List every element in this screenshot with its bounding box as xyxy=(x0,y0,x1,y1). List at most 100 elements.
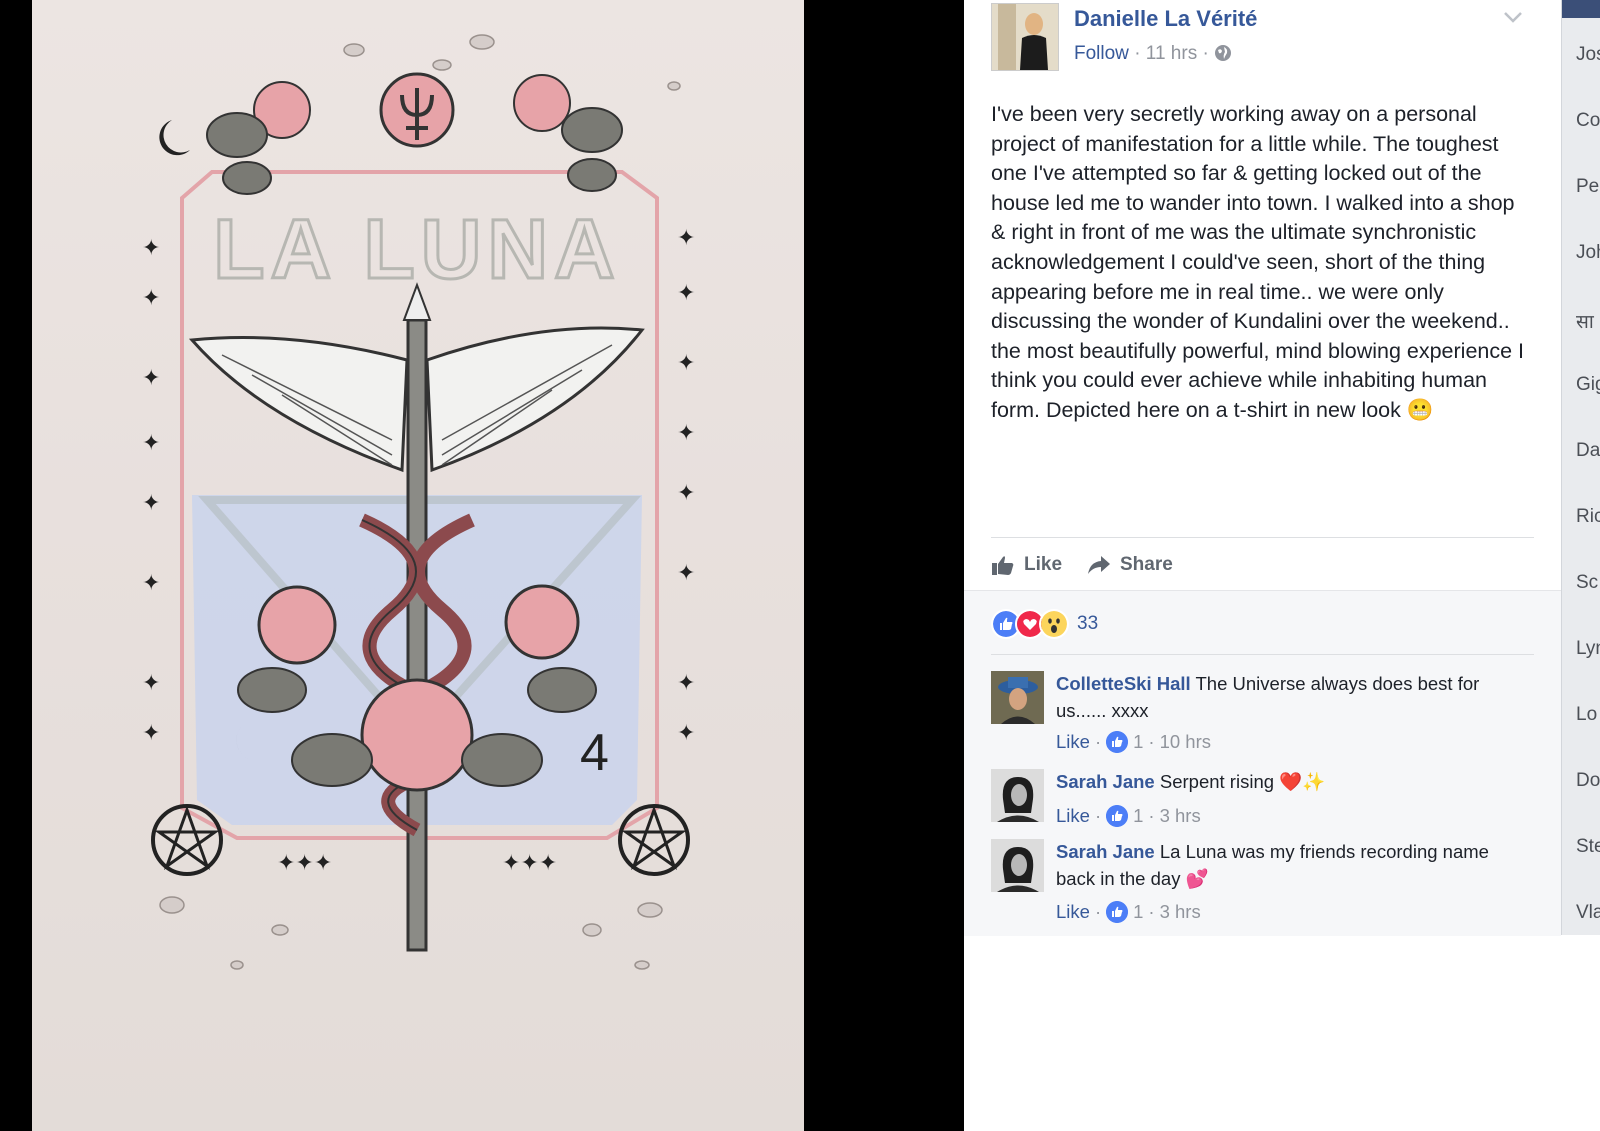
meta-separator: · xyxy=(1134,43,1146,64)
svg-text:4: 4 xyxy=(580,724,609,782)
like-count-badge-icon xyxy=(1106,731,1129,753)
svg-text:✦: ✦ xyxy=(677,281,695,306)
sidebar-contact[interactable]: Gig xyxy=(1576,374,1600,396)
follow-link[interactable]: Follow xyxy=(1074,43,1129,64)
comment-text: Serpent rising xyxy=(1159,771,1275,792)
reactions-summary[interactable]: 33 xyxy=(991,609,1098,639)
grimace-emoji: 😬 xyxy=(1406,397,1434,422)
like-label: Like xyxy=(1024,554,1063,575)
tshirt-photo: LA LUNA 4 ✦ ✦ ✦ ✦ ✦ ✦ ✦ ✦ ✦ ✦ ✦ ✦ ✦ ✦ ✦ … xyxy=(32,0,804,1131)
sidebar-contact[interactable]: Vla xyxy=(1576,902,1600,924)
meta-separator: · xyxy=(1148,731,1155,752)
like-button[interactable]: Like xyxy=(991,550,1062,580)
comment-like-count[interactable]: 1 xyxy=(1133,901,1143,923)
svg-text:✦: ✦ xyxy=(142,431,160,456)
heart-sparkles-emoji: ❤️✨ xyxy=(1279,771,1326,792)
like-count-badge-icon xyxy=(1106,901,1129,923)
comment-meta: Like · 1 · 3 hrs xyxy=(1056,805,1201,827)
svg-text:✦: ✦ xyxy=(677,421,695,446)
comment-like-link[interactable]: Like xyxy=(1056,731,1090,753)
comment-body: Sarah Jane La Luna was my friends record… xyxy=(1056,839,1526,892)
globe-icon xyxy=(1215,45,1232,61)
sidebar-contact[interactable]: Co xyxy=(1576,110,1600,132)
sidebar-contact[interactable]: Da xyxy=(1576,440,1600,462)
commenter-avatar-image xyxy=(991,671,1044,724)
commenter-avatar[interactable] xyxy=(991,671,1044,724)
post-timestamp[interactable]: 11 hrs xyxy=(1146,43,1197,64)
sidebar-contact[interactable]: Ste xyxy=(1576,836,1600,858)
divider xyxy=(991,654,1534,655)
sidebar-contact[interactable]: Jos xyxy=(1576,44,1600,66)
two-hearts-emoji: 💕 xyxy=(1185,867,1209,889)
svg-text:✦: ✦ xyxy=(677,481,695,506)
sidebar-contact[interactable]: Joh xyxy=(1576,242,1600,264)
meta-separator: · xyxy=(1202,43,1215,64)
svg-text:✦: ✦ xyxy=(677,561,695,586)
comment-meta: Like · 1 · 10 hrs xyxy=(1056,731,1211,753)
svg-text:✦: ✦ xyxy=(142,491,160,516)
wow-reaction-icon xyxy=(1039,609,1069,639)
page-background xyxy=(1561,935,1600,1131)
meta-separator: · xyxy=(1094,901,1102,922)
chat-sidebar: Jos Co Pe Joh सा Gig Da Ric Sc Lyn Lo Do… xyxy=(1561,0,1600,935)
comment-like-link[interactable]: Like xyxy=(1056,901,1090,923)
shirt-print-text: LA LUNA xyxy=(213,202,621,296)
svg-text:✦: ✦ xyxy=(142,236,160,261)
reaction-count[interactable]: 33 xyxy=(1077,613,1098,635)
comment-meta: Like · 1 · 3 hrs xyxy=(1056,901,1201,923)
svg-text:✦: ✦ xyxy=(142,721,160,746)
meta-separator: · xyxy=(1148,901,1155,922)
commenter-name[interactable]: ColletteSki Hall xyxy=(1056,673,1191,694)
svg-text:✦: ✦ xyxy=(142,571,160,596)
commenter-avatar[interactable] xyxy=(991,769,1044,822)
svg-text:✦: ✦ xyxy=(677,351,695,376)
author-avatar-image xyxy=(992,4,1058,70)
like-count-badge-icon xyxy=(1106,805,1129,827)
comment-time[interactable]: 3 hrs xyxy=(1160,901,1201,923)
comment-like-count[interactable]: 1 xyxy=(1133,731,1143,753)
commenter-avatar-image xyxy=(991,839,1044,892)
sidebar-contact[interactable]: Ric xyxy=(1576,506,1600,528)
meta-separator: · xyxy=(1094,731,1102,752)
photo-viewer: LA LUNA 4 ✦ ✦ ✦ ✦ ✦ ✦ ✦ ✦ ✦ ✦ ✦ ✦ ✦ ✦ ✦ … xyxy=(0,0,964,1131)
thumbs-up-icon xyxy=(992,556,1014,575)
sidebar-contact[interactable]: Pe xyxy=(1576,176,1599,198)
meta-separator: · xyxy=(1148,805,1155,826)
svg-text:✦✦✦: ✦✦✦ xyxy=(502,851,557,876)
svg-text:✦: ✦ xyxy=(677,671,695,696)
svg-text:✦: ✦ xyxy=(142,366,160,391)
post-body: Danielle La Vérité Follow · 11 hrs · I'v… xyxy=(964,0,1561,590)
share-arrow-icon xyxy=(1088,556,1110,574)
svg-text:✦: ✦ xyxy=(677,226,695,251)
sidebar-contact[interactable]: सा xyxy=(1576,308,1594,334)
comment-like-count[interactable]: 1 xyxy=(1133,805,1143,827)
post-text: I've been very secretly working away on … xyxy=(991,100,1531,426)
svg-text:✦: ✦ xyxy=(142,286,160,311)
share-button[interactable]: Share xyxy=(1087,550,1173,580)
commenter-name[interactable]: Sarah Jane xyxy=(1056,841,1155,862)
comment-body: Sarah Jane Serpent rising ❤️✨ xyxy=(1056,769,1526,796)
sidebar-header-bar xyxy=(1562,0,1600,18)
sidebar-contact[interactable]: Sc xyxy=(1576,572,1598,594)
chevron-down-icon[interactable] xyxy=(1503,10,1523,24)
author-avatar[interactable] xyxy=(991,3,1059,71)
comments-section: 33 ColletteSki Hall The Universe always … xyxy=(964,590,1561,936)
svg-text:✦: ✦ xyxy=(142,671,160,696)
sidebar-contact[interactable]: Lyn xyxy=(1576,638,1600,660)
commenter-avatar[interactable] xyxy=(991,839,1044,892)
comment-like-link[interactable]: Like xyxy=(1056,805,1090,827)
tshirt-illustration: LA LUNA 4 ✦✦✦ ✦✦✦ ✦✦ ✦✦✦ ✦✦✦ ✦✦ ✦✦✦ ✦✦✦ xyxy=(142,34,695,970)
sidebar-contact[interactable]: Lo xyxy=(1576,704,1597,726)
svg-text:✦: ✦ xyxy=(677,721,695,746)
meta-separator: · xyxy=(1094,805,1102,826)
commenter-name[interactable]: Sarah Jane xyxy=(1056,771,1155,792)
comment-time[interactable]: 10 hrs xyxy=(1160,731,1211,753)
comment-time[interactable]: 3 hrs xyxy=(1160,805,1201,827)
svg-text:✦✦✦: ✦✦✦ xyxy=(277,851,332,876)
post-panel: Danielle La Vérité Follow · 11 hrs · I'v… xyxy=(964,0,1561,1131)
share-label: Share xyxy=(1120,554,1173,575)
sidebar-contact[interactable]: Do xyxy=(1576,770,1600,792)
divider xyxy=(991,537,1534,538)
author-name-link[interactable]: Danielle La Vérité xyxy=(1074,6,1257,32)
comment-body: ColletteSki Hall The Universe always doe… xyxy=(1056,671,1526,724)
